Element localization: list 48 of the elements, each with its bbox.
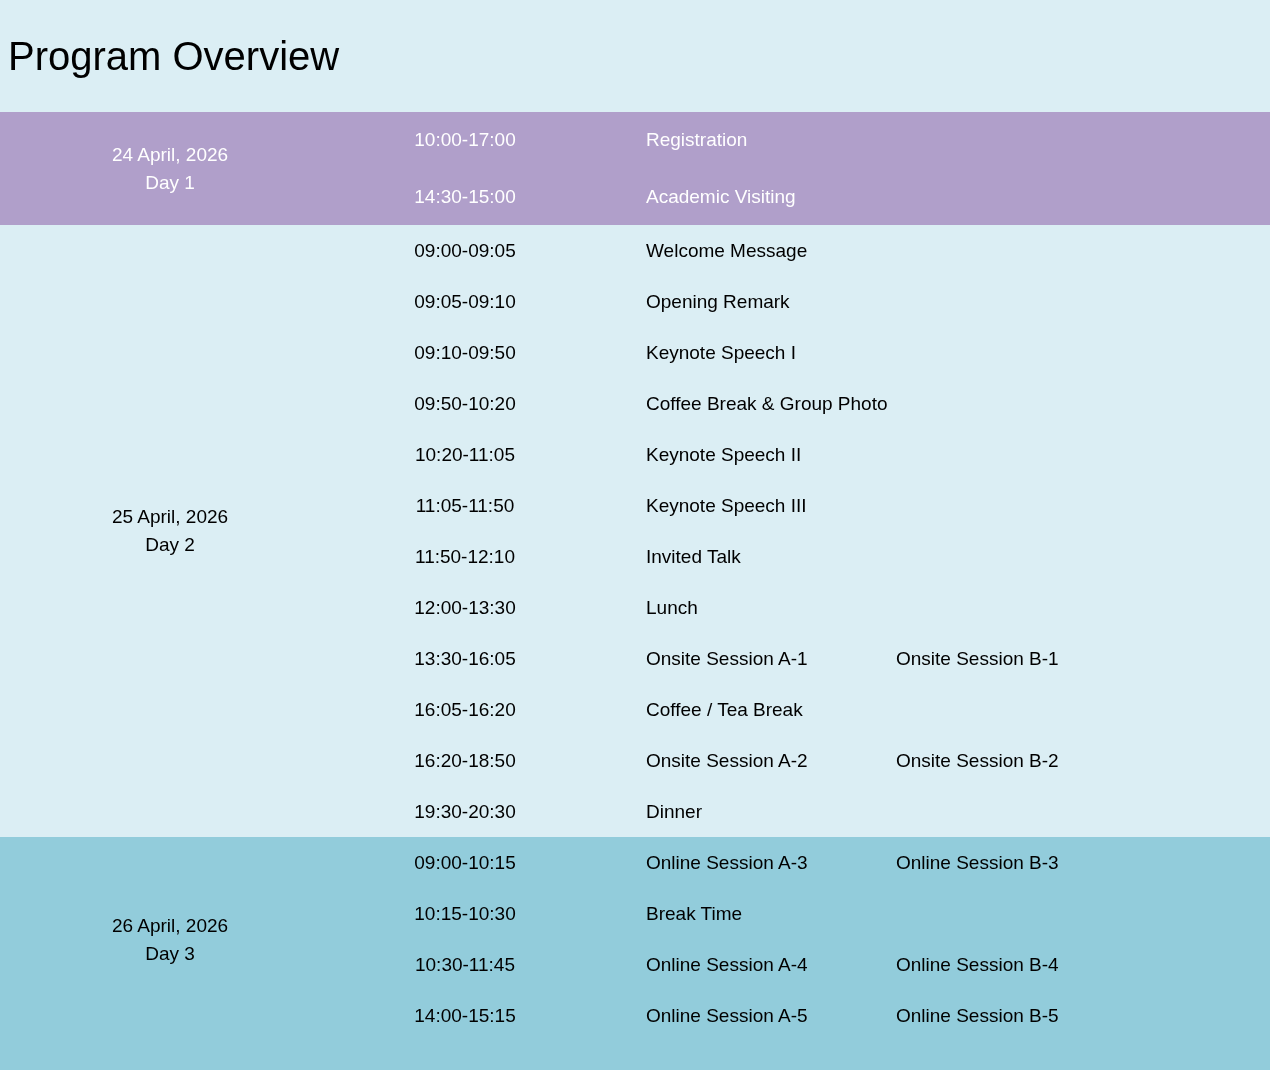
parallel-session-title: Online Session B-3 <box>896 851 1057 874</box>
time-slot: 09:50-10:20 <box>340 392 590 415</box>
session-title: Keynote Speech III <box>646 494 808 517</box>
session-title: Keynote Speech I <box>646 341 797 364</box>
time-slot: 10:00-17:00 <box>340 129 590 152</box>
time-slot: 10:15-10:30 <box>340 902 590 925</box>
time-slot: 14:30-15:00 <box>340 185 590 208</box>
time-slot: 11:50-12:10 <box>340 545 590 568</box>
time-slot: 11:05-11:50 <box>340 494 590 517</box>
parallel-session-title: Online Session B-4 <box>896 953 1057 976</box>
time-slot: 09:00-10:15 <box>340 851 590 874</box>
date-label: 24 April, 2026 <box>111 142 229 167</box>
session-title: Online Session A-4 <box>646 953 809 976</box>
time-slot: 09:05-09:10 <box>340 290 590 313</box>
session-title: Invited Talk <box>646 545 742 568</box>
session-title: Registration <box>646 129 749 152</box>
day-label: Day 3 <box>145 941 195 966</box>
session-title: Lunch <box>646 596 699 619</box>
time-slot: 16:20-18:50 <box>340 749 590 772</box>
time-slot: 12:00-13:30 <box>340 596 590 619</box>
parallel-session-title: Onsite Session B-1 <box>896 647 1057 670</box>
time-slot: 13:30-16:05 <box>340 647 590 670</box>
session-title: Onsite Session A-2 <box>646 749 809 772</box>
session-title: Keynote Speech II <box>646 443 803 466</box>
page-title: Program Overview <box>8 33 340 79</box>
date-label: 26 April, 2026 <box>111 913 229 938</box>
time-slot: 10:30-11:45 <box>340 953 590 976</box>
session-title: Academic Visiting <box>646 185 797 208</box>
day-label: Day 2 <box>145 533 195 557</box>
time-slot: 09:00-09:05 <box>340 239 590 262</box>
session-title: Welcome Message <box>646 239 809 262</box>
parallel-session-title: Online Session B-5 <box>896 1004 1057 1027</box>
session-title: Online Session A-3 <box>646 851 809 874</box>
time-slot: 16:05-16:20 <box>340 698 590 721</box>
date-label: 25 April, 2026 <box>111 505 229 529</box>
session-title: Onsite Session A-1 <box>646 647 809 670</box>
session-title: Dinner <box>646 800 703 823</box>
session-title: Break Time <box>646 902 744 925</box>
session-title: Online Session A-5 <box>646 1004 809 1027</box>
time-slot: 14:00-15:15 <box>340 1004 590 1027</box>
session-title: Coffee / Tea Break <box>646 698 804 721</box>
parallel-session-title: Onsite Session B-2 <box>896 749 1057 772</box>
session-title: Coffee Break & Group Photo <box>646 392 889 415</box>
time-slot: 10:20-11:05 <box>340 443 590 466</box>
time-slot: 19:30-20:30 <box>340 800 590 823</box>
session-title: Opening Remark <box>646 290 791 313</box>
day-label: Day 1 <box>145 170 195 195</box>
time-slot: 09:10-09:50 <box>340 341 590 364</box>
